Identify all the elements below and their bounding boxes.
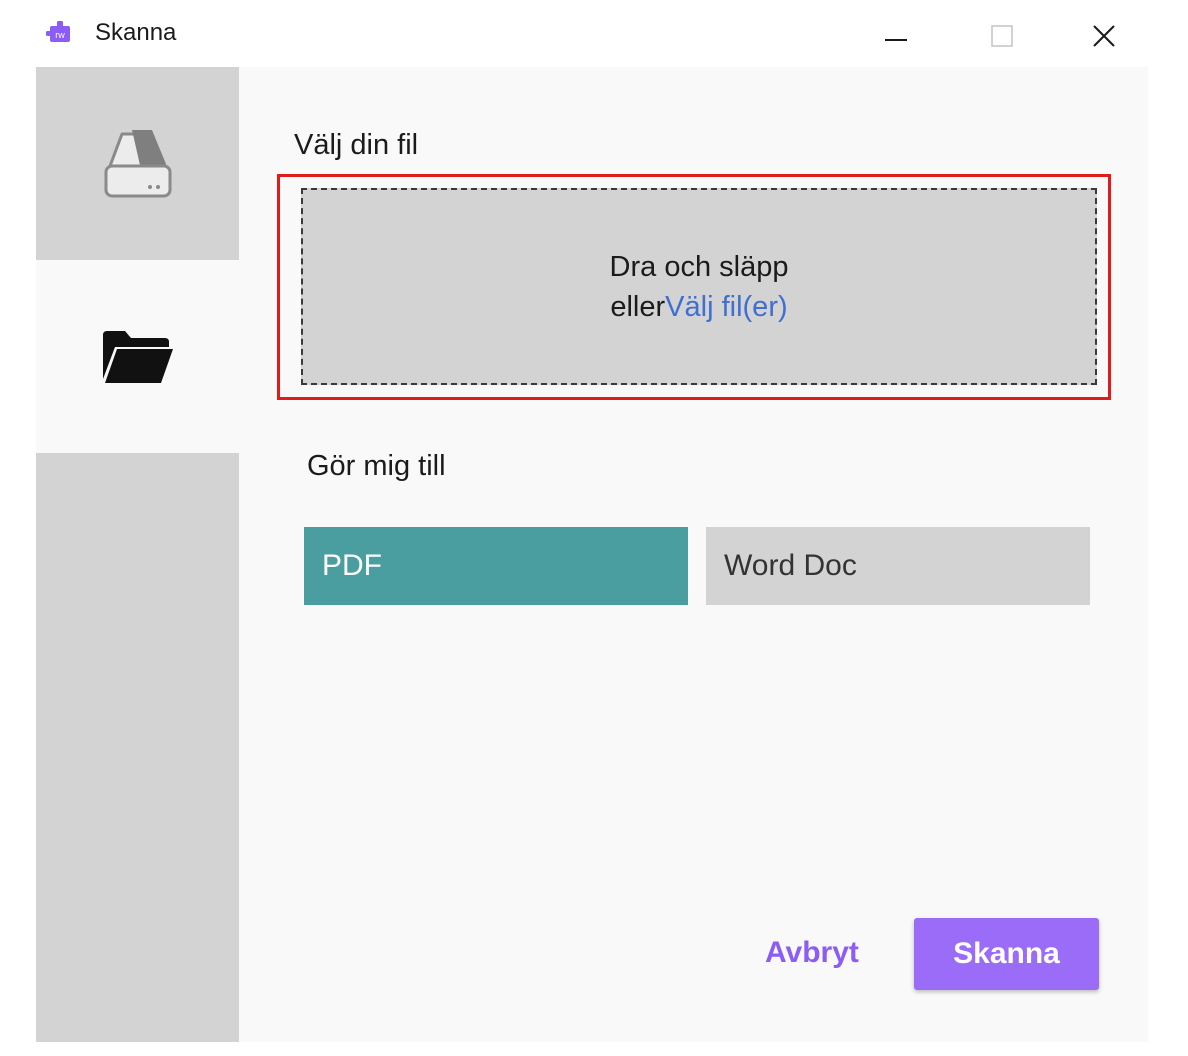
or-text: eller bbox=[610, 290, 666, 323]
choose-file-label: Välj din fil bbox=[294, 129, 419, 161]
close-button[interactable] bbox=[1074, 4, 1134, 67]
window-title: Skanna bbox=[95, 19, 177, 46]
maximize-button[interactable] bbox=[972, 4, 1032, 67]
maximize-icon bbox=[991, 24, 1013, 47]
format-option-pdf[interactable]: PDF bbox=[304, 527, 688, 605]
folder-icon bbox=[102, 330, 173, 383]
format-option-word[interactable]: Word Doc bbox=[706, 527, 1090, 605]
scanner-icon bbox=[104, 129, 171, 197]
convert-to-label: Gör mig till bbox=[307, 450, 446, 482]
app-icon-text: rw bbox=[55, 30, 65, 40]
cancel-button[interactable]: Avbryt bbox=[765, 923, 859, 983]
sidebar bbox=[36, 67, 239, 1042]
drag-drop-text: Dra och släpp bbox=[609, 250, 789, 283]
main-panel: Välj din fil Dra och släpp ellerVälj fil… bbox=[239, 67, 1148, 1042]
minimize-button[interactable] bbox=[866, 4, 926, 67]
sidebar-item-files[interactable] bbox=[36, 260, 239, 453]
title-bar: rw Skanna bbox=[36, 4, 1148, 67]
scan-dialog: rw Skanna Välj din fil Dra och släpp ell… bbox=[36, 4, 1148, 1042]
or-line: ellerVälj fil(er) bbox=[610, 287, 787, 327]
choose-files-link[interactable]: Välj fil(er) bbox=[665, 291, 787, 323]
app-icon: rw bbox=[46, 21, 70, 42]
sidebar-item-scanner[interactable] bbox=[36, 67, 239, 260]
close-icon bbox=[1093, 24, 1115, 47]
scan-button[interactable]: Skanna bbox=[914, 918, 1099, 990]
file-dropzone[interactable]: Dra och släpp ellerVälj fil(er) bbox=[301, 188, 1097, 385]
minimize-icon bbox=[885, 38, 907, 41]
